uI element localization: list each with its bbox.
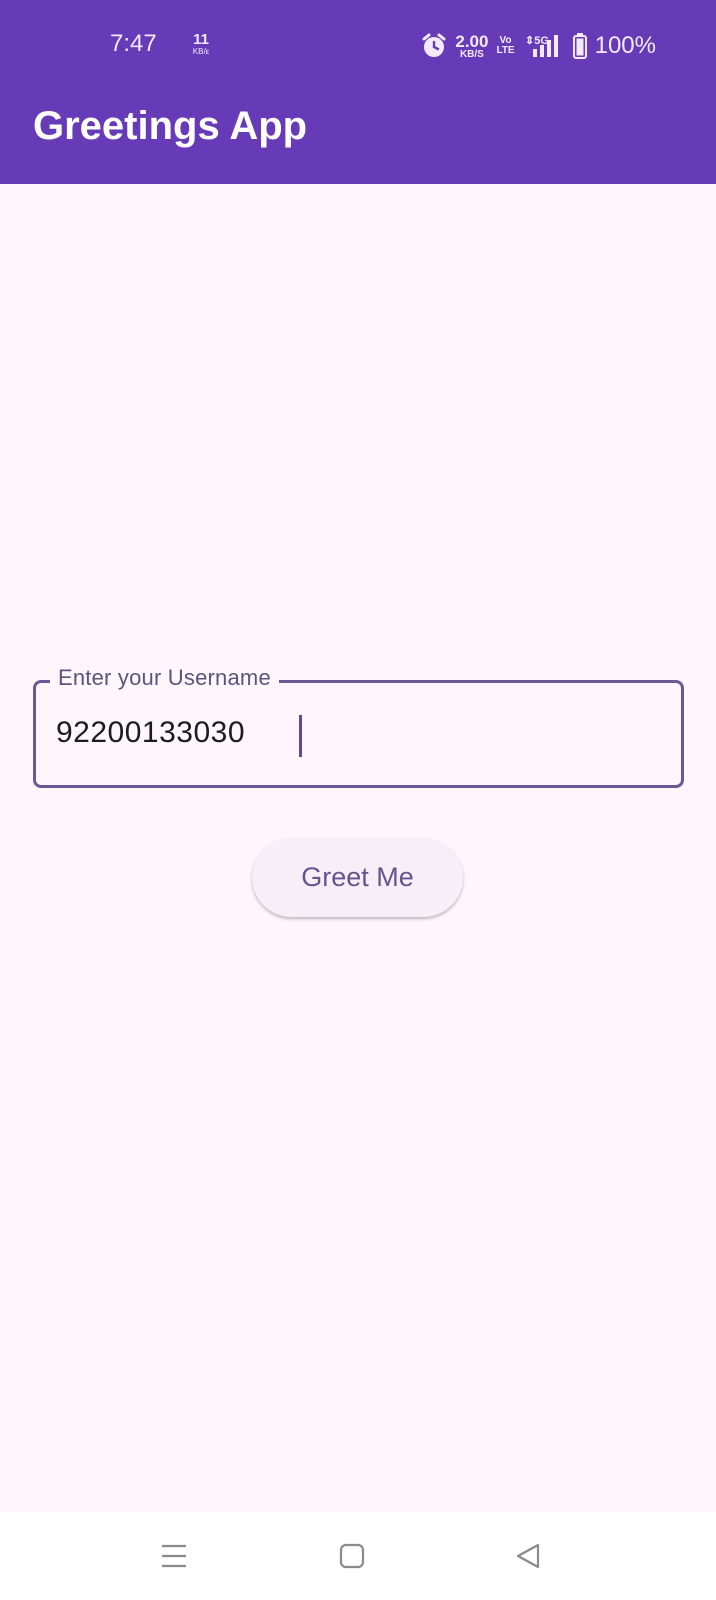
username-field[interactable]: Enter your Username [33, 665, 684, 788]
volte-bottom: LTE [496, 45, 515, 56]
username-input[interactable] [56, 711, 656, 755]
battery-percentage: 100% [594, 32, 656, 59]
username-label: Enter your Username [50, 665, 279, 691]
home-icon[interactable] [330, 1534, 374, 1578]
app-title: Greetings App [33, 104, 308, 148]
navigation-bar [0, 1512, 716, 1600]
data-speed-unit: KB/ε [192, 47, 210, 56]
text-cursor [299, 715, 302, 757]
volte-indicator: Vo LTE [496, 35, 515, 57]
status-bar: 7:47 11 KB/ε 2.00 KB/S Vo LTE ⇕5G 100% [0, 0, 716, 92]
back-icon[interactable] [506, 1534, 550, 1578]
network-speed-value: 2.00 [455, 31, 489, 51]
status-icons: 2.00 KB/S Vo LTE ⇕5G 100% [421, 31, 656, 61]
status-time: 7:47 [110, 30, 157, 57]
data-speed-value: 11 [193, 31, 209, 48]
svg-text:⇕5G: ⇕5G [525, 35, 549, 47]
greet-me-button[interactable]: Greet Me [252, 838, 463, 917]
battery-icon [572, 33, 587, 59]
alarm-icon [421, 33, 447, 59]
app-bar: 7:47 11 KB/ε 2.00 KB/S Vo LTE ⇕5G 100% G… [0, 0, 716, 184]
menu-icon[interactable] [152, 1534, 196, 1578]
signal-icon: ⇕5G [523, 33, 565, 59]
network-speed-indicator: 2.00 KB/S [455, 33, 488, 60]
network-speed-unit: KB/S [459, 48, 484, 60]
data-speed-indicator: 11 KB/ε [186, 32, 216, 56]
